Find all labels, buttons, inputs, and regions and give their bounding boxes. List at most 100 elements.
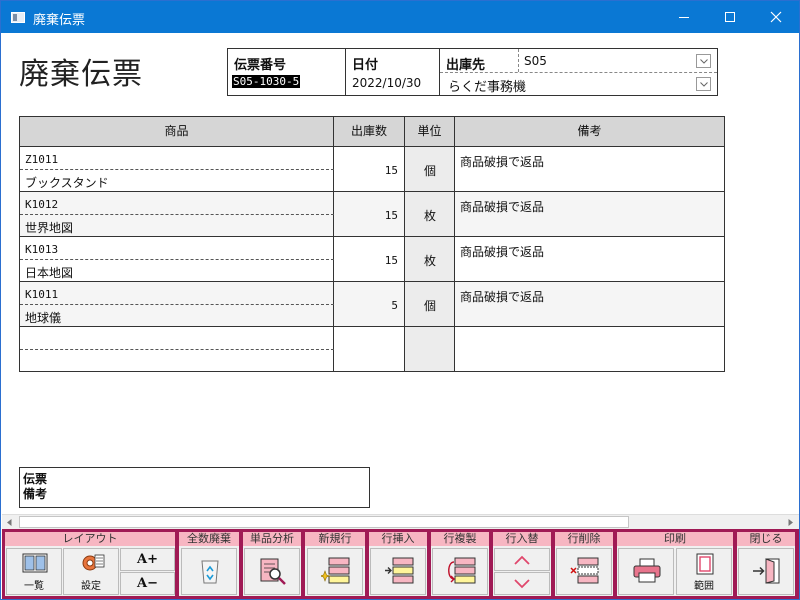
table-row[interactable]: K1013 日本地図 15 枚 商品破損で返品 (20, 237, 724, 282)
move-row-down-button[interactable] (494, 572, 550, 595)
qty-cell[interactable]: 15 (334, 192, 405, 236)
product-code[interactable]: K1013 (25, 243, 58, 256)
item-analysis-group: 単品分析 (243, 532, 301, 596)
discard-all-group: 全数廃棄 (179, 532, 239, 596)
qty-cell[interactable]: 15 (334, 147, 405, 191)
destination-label: 出庫先 (446, 58, 486, 73)
qty-value: 5 (391, 299, 398, 312)
product-name[interactable]: 世界地図 (25, 219, 73, 236)
product-cell[interactable]: K1011 地球儀 (20, 282, 334, 326)
product-cell[interactable]: K1012 世界地図 (20, 192, 334, 236)
new-row-button[interactable] (307, 548, 363, 595)
slip-no-label: 伝票番号 (234, 58, 287, 73)
copy-row-group: 行複製 (431, 532, 489, 596)
product-cell[interactable]: K1013 日本地図 (20, 237, 334, 281)
minimize-button[interactable] (661, 1, 707, 33)
qty-cell[interactable]: 5 (334, 282, 405, 326)
unit-cell: 個 (405, 282, 455, 326)
font-increase-button[interactable]: A+ (120, 548, 175, 571)
product-code[interactable]: K1011 (25, 288, 58, 301)
scroll-thumb[interactable] (19, 516, 629, 528)
font-decrease-button[interactable]: A− (120, 572, 175, 595)
print-range-button[interactable]: 範囲 (676, 548, 732, 595)
slip-no-cell[interactable]: 伝票番号 S05-1030-5 (228, 49, 346, 95)
delete-row-button[interactable] (556, 548, 612, 595)
insert-row-group: 行挿入 (369, 532, 427, 596)
new-row-group: 新規行 (305, 532, 365, 596)
layout-group: レイアウト 一覧 設定 A+ A− (5, 532, 175, 596)
qty-cell[interactable]: 15 (334, 237, 405, 281)
product-code[interactable]: Z1011 (25, 153, 58, 166)
close-icon (770, 11, 782, 23)
close-form-button[interactable] (738, 548, 794, 595)
magnifier-document-icon (260, 558, 286, 585)
note-value: 商品破損で返品 (460, 155, 545, 169)
horizontal-scrollbar[interactable] (2, 514, 799, 529)
caret-right-icon (788, 519, 793, 526)
product-cell[interactable] (20, 327, 334, 371)
cell-divider (20, 304, 334, 305)
maximize-button[interactable] (707, 1, 753, 33)
app-window: 廃棄伝票 廃棄伝票 伝票番号 S05-1030-5 日付 2022/10/30 … (0, 0, 800, 600)
note-cell[interactable] (455, 327, 724, 371)
destination-code-dropdown[interactable] (696, 54, 711, 68)
note-value: 商品破損で返品 (460, 200, 545, 214)
product-cell[interactable]: Z1011 ブックスタンド (20, 147, 334, 191)
col-header-qty: 出庫数 (334, 117, 405, 147)
discard-all-button[interactable] (181, 548, 237, 595)
date-cell[interactable]: 日付 2022/10/30 (346, 49, 440, 95)
table-row[interactable]: Z1011 ブックスタンド 15 個 商品破損で返品 (20, 147, 724, 192)
scroll-left-button[interactable] (2, 515, 18, 530)
destination-name-dropdown[interactable] (696, 77, 711, 91)
table-row[interactable]: K1012 世界地図 15 枚 商品破損で返品 (20, 192, 724, 237)
close-label: 閉じる (737, 532, 795, 546)
date-field[interactable]: 2022/10/30 (352, 76, 421, 90)
unit-cell: 個 (405, 147, 455, 191)
discard-all-label: 全数廃棄 (179, 532, 239, 546)
unit-value: 枚 (423, 254, 436, 268)
slip-header: 伝票番号 S05-1030-5 日付 2022/10/30 出庫先 S05 らく… (227, 48, 718, 96)
product-name[interactable]: 日本地図 (25, 264, 73, 281)
cell-divider (20, 169, 334, 170)
note-cell[interactable]: 商品破損で返品 (455, 237, 724, 281)
qty-cell[interactable] (334, 327, 405, 371)
product-code[interactable]: K1012 (25, 198, 58, 211)
app-icon (11, 12, 25, 23)
item-analysis-button[interactable] (244, 548, 300, 595)
printer-icon (633, 558, 661, 583)
close-window-button[interactable] (753, 1, 799, 33)
slip-no-field[interactable]: S05-1030-5 (232, 75, 301, 88)
print-button[interactable] (618, 548, 674, 595)
note-cell[interactable]: 商品破損で返品 (455, 147, 724, 191)
qty-value: 15 (384, 209, 398, 222)
note-value: 商品破損で返品 (460, 245, 545, 259)
settings-gear-icon (82, 554, 105, 571)
col-header-unit: 単位 (405, 117, 455, 147)
scroll-right-button[interactable] (783, 515, 799, 530)
table-row[interactable] (20, 327, 724, 372)
insert-row-button[interactable] (370, 548, 426, 595)
insert-row-icon (385, 557, 414, 584)
command-toolbar: レイアウト 一覧 設定 A+ A− 全数廃棄 単品分析 新規行 行挿入 行複製 … (2, 529, 799, 599)
product-name[interactable]: 地球儀 (25, 309, 61, 326)
new-row-label: 新規行 (305, 532, 365, 546)
destination-code-field[interactable]: S05 (524, 54, 547, 68)
product-name[interactable]: ブックスタンド (25, 174, 109, 191)
list-view-button[interactable]: 一覧 (6, 548, 62, 595)
table-row[interactable]: K1011 地球儀 5 個 商品破損で返品 (20, 282, 724, 327)
minimize-icon (679, 17, 689, 18)
qty-value: 15 (384, 164, 398, 177)
copy-row-button[interactable] (432, 548, 488, 595)
move-row-up-button[interactable] (494, 548, 550, 571)
insert-row-label: 行挿入 (369, 532, 427, 546)
slip-memo-field[interactable]: 伝票 備考 (19, 467, 370, 508)
detail-grid: 商品 出庫数 単位 備考 Z1011 ブックスタンド 15 個 商品破損で返品 … (19, 116, 725, 372)
note-cell[interactable]: 商品破損で返品 (455, 282, 724, 326)
destination-name-field[interactable]: らくだ事務機 (448, 76, 526, 95)
delete-row-group: 行削除 (555, 532, 613, 596)
note-cell[interactable]: 商品破損で返品 (455, 192, 724, 236)
cell-divider (20, 349, 334, 350)
layout-group-label: レイアウト (5, 532, 175, 546)
print-range-caption: 範囲 (694, 581, 714, 592)
layout-settings-button[interactable]: 設定 (63, 548, 119, 595)
